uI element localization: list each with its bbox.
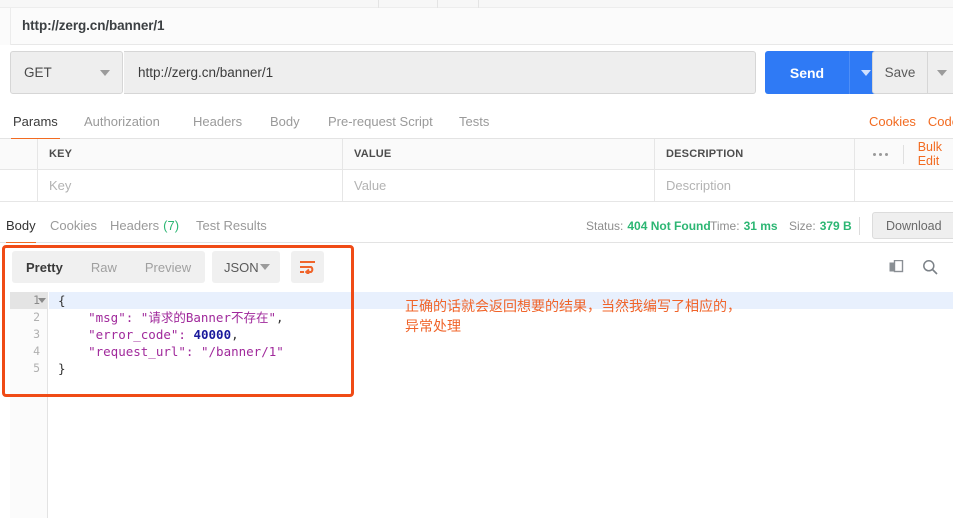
body-viewer-actions	[887, 251, 939, 283]
copy-icon[interactable]	[887, 258, 905, 276]
time-value: 31 ms	[743, 218, 778, 233]
status-label: Status:	[586, 218, 624, 233]
save-button[interactable]: Save	[872, 51, 928, 94]
format-raw[interactable]: Raw	[77, 251, 131, 283]
tab-body[interactable]: Body	[268, 104, 302, 139]
annotation-text: 正确的话就会返回想要的结果，当然我编写了相应的， 异常处理	[405, 297, 945, 337]
tab-params[interactable]: Params	[11, 104, 60, 140]
method-dropdown[interactable]: GET	[10, 51, 123, 94]
line-number: 5	[33, 361, 40, 375]
params-header-row: KEY VALUE DESCRIPTION Bulk Edit	[0, 139, 953, 170]
wrap-lines-icon[interactable]	[291, 251, 324, 283]
key-column-header: KEY	[38, 139, 343, 169]
request-title-bar: http://zerg.cn/banner/1	[0, 8, 953, 45]
checkbox-column-header	[0, 139, 38, 169]
chevron-down-icon	[260, 264, 270, 270]
tab-authorization[interactable]: Authorization	[82, 104, 162, 139]
chevron-down-icon	[100, 69, 110, 76]
tab-pre-request-script[interactable]: Pre-request Script	[326, 104, 435, 139]
format-toggle-group: Pretty Raw Preview	[12, 251, 206, 283]
request-tabs: Params Authorization Headers Body Pre-re…	[0, 104, 953, 140]
key-input[interactable]: Key	[38, 170, 343, 201]
save-options-button[interactable]	[928, 51, 953, 94]
tab-tests[interactable]: Tests	[457, 104, 491, 139]
request-header-links: Cookies Code	[869, 104, 953, 139]
format-pretty[interactable]: Pretty	[12, 251, 77, 283]
tab-strip	[0, 0, 953, 8]
language-dropdown[interactable]: JSON	[212, 251, 280, 283]
response-tab-cookies[interactable]: Cookies	[50, 208, 97, 243]
cookies-link[interactable]: Cookies	[869, 114, 916, 129]
code-line: "msg": "请求的Banner不存在",	[58, 310, 284, 325]
response-time: Time: 31 ms	[710, 208, 778, 243]
response-tabs-row: Body Cookies Headers (7) Test Results St…	[0, 208, 953, 244]
save-button-group: Save	[872, 51, 953, 94]
response-tab-headers[interactable]: Headers (7)	[110, 208, 179, 243]
code-line: "error_code": 40000,	[58, 327, 239, 342]
params-table: KEY VALUE DESCRIPTION Bulk Edit Key Valu…	[0, 139, 953, 203]
postman-window: http://zerg.cn/banner/1 GET http://zerg.…	[0, 0, 953, 518]
tab-headers[interactable]: Headers	[191, 104, 244, 139]
response-status: Status: 404 Not Found	[586, 208, 711, 243]
size-value: 379 B	[819, 218, 852, 233]
headers-count-badge: (7)	[163, 218, 180, 233]
row-actions	[855, 170, 953, 201]
code-line: {	[58, 293, 66, 308]
row-checkbox[interactable]	[0, 170, 38, 201]
response-tab-test-results[interactable]: Test Results	[196, 208, 267, 243]
language-label: JSON	[224, 259, 259, 275]
time-label: Time:	[710, 218, 740, 233]
line-number: 3	[33, 327, 40, 341]
line-number: 4	[33, 344, 40, 358]
value-input[interactable]: Value	[343, 170, 655, 201]
description-column-header: DESCRIPTION	[655, 139, 855, 169]
description-input[interactable]: Description	[655, 170, 855, 201]
size-label: Size:	[789, 218, 816, 233]
params-actions: Bulk Edit	[855, 139, 953, 169]
left-rail	[0, 8, 11, 45]
divider	[903, 144, 904, 164]
method-label: GET	[24, 65, 52, 80]
send-button-group: Send	[765, 51, 882, 94]
more-options-icon[interactable]	[873, 152, 888, 156]
bulk-edit-button[interactable]: Bulk Edit	[918, 140, 953, 168]
editor-gutter: 1 2 3 4 5	[10, 292, 48, 518]
table-row: Key Value Description	[0, 170, 953, 202]
response-tab-body[interactable]: Body	[6, 208, 36, 244]
response-size: Size: 379 B	[789, 208, 852, 243]
status-badge: 404 Not Found	[627, 218, 711, 233]
divider	[859, 217, 860, 235]
url-bar-row: GET http://zerg.cn/banner/1 Send Save	[0, 46, 953, 100]
format-preview[interactable]: Preview	[131, 251, 205, 283]
url-input[interactable]: http://zerg.cn/banner/1	[124, 51, 756, 94]
code-link[interactable]: Code	[928, 114, 953, 129]
code-line: }	[58, 361, 66, 376]
fold-toggle-icon[interactable]	[38, 298, 46, 303]
send-button[interactable]: Send	[765, 51, 849, 94]
request-tab-title: http://zerg.cn/banner/1	[22, 18, 165, 33]
search-icon[interactable]	[921, 258, 939, 276]
code-line: "request_url": "/banner/1"	[58, 344, 284, 359]
annotation-line-1: 正确的话就会返回想要的结果，当然我编写了相应的，	[405, 299, 741, 315]
annotation-line-2: 异常处理	[405, 319, 461, 335]
line-number: 2	[33, 310, 40, 324]
response-tab-headers-label: Headers	[110, 218, 160, 233]
value-column-header: VALUE	[343, 139, 655, 169]
body-viewer-toolbar: Pretty Raw Preview JSON	[0, 243, 953, 292]
download-button[interactable]: Download	[872, 212, 953, 239]
